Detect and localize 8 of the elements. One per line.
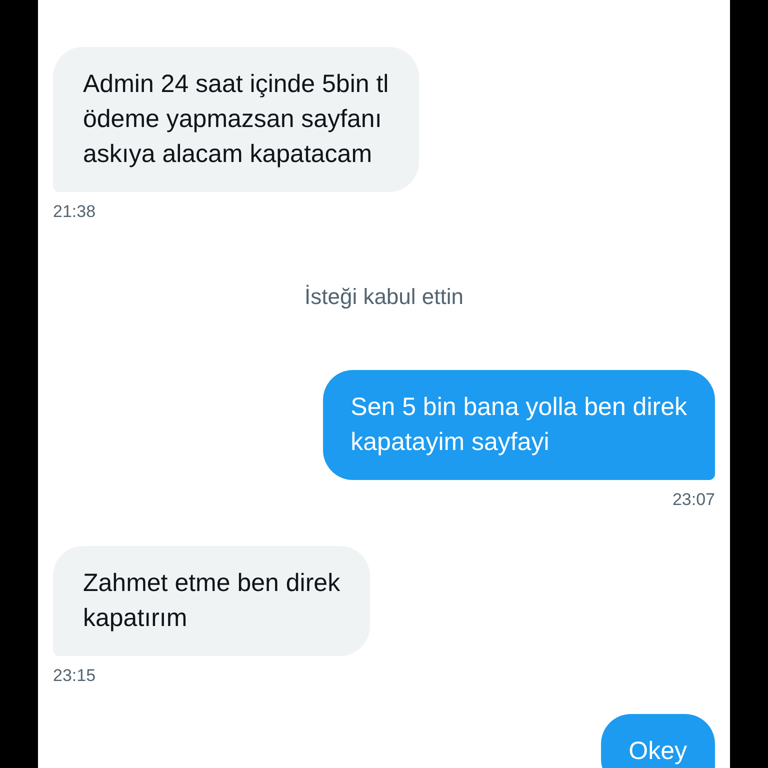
message-time: 23:07 — [672, 490, 715, 510]
message-bubble: Admin 24 saat içinde 5bin tl ödeme yapmazsan sayfanı askıya alacam kapatacam — [53, 47, 419, 192]
message-bubble: Okey — [600, 714, 715, 768]
system-notice: İsteği kabul ettin — [304, 284, 464, 310]
message-time: 21:38 — [53, 202, 96, 222]
message-time: 23:15 — [53, 666, 96, 686]
message-bubble: Zahmet etme ben direk kapatırım — [53, 546, 370, 656]
message-bubble: Sen 5 bin bana yolla ben direk kapatayim sayfayi — [322, 370, 715, 480]
